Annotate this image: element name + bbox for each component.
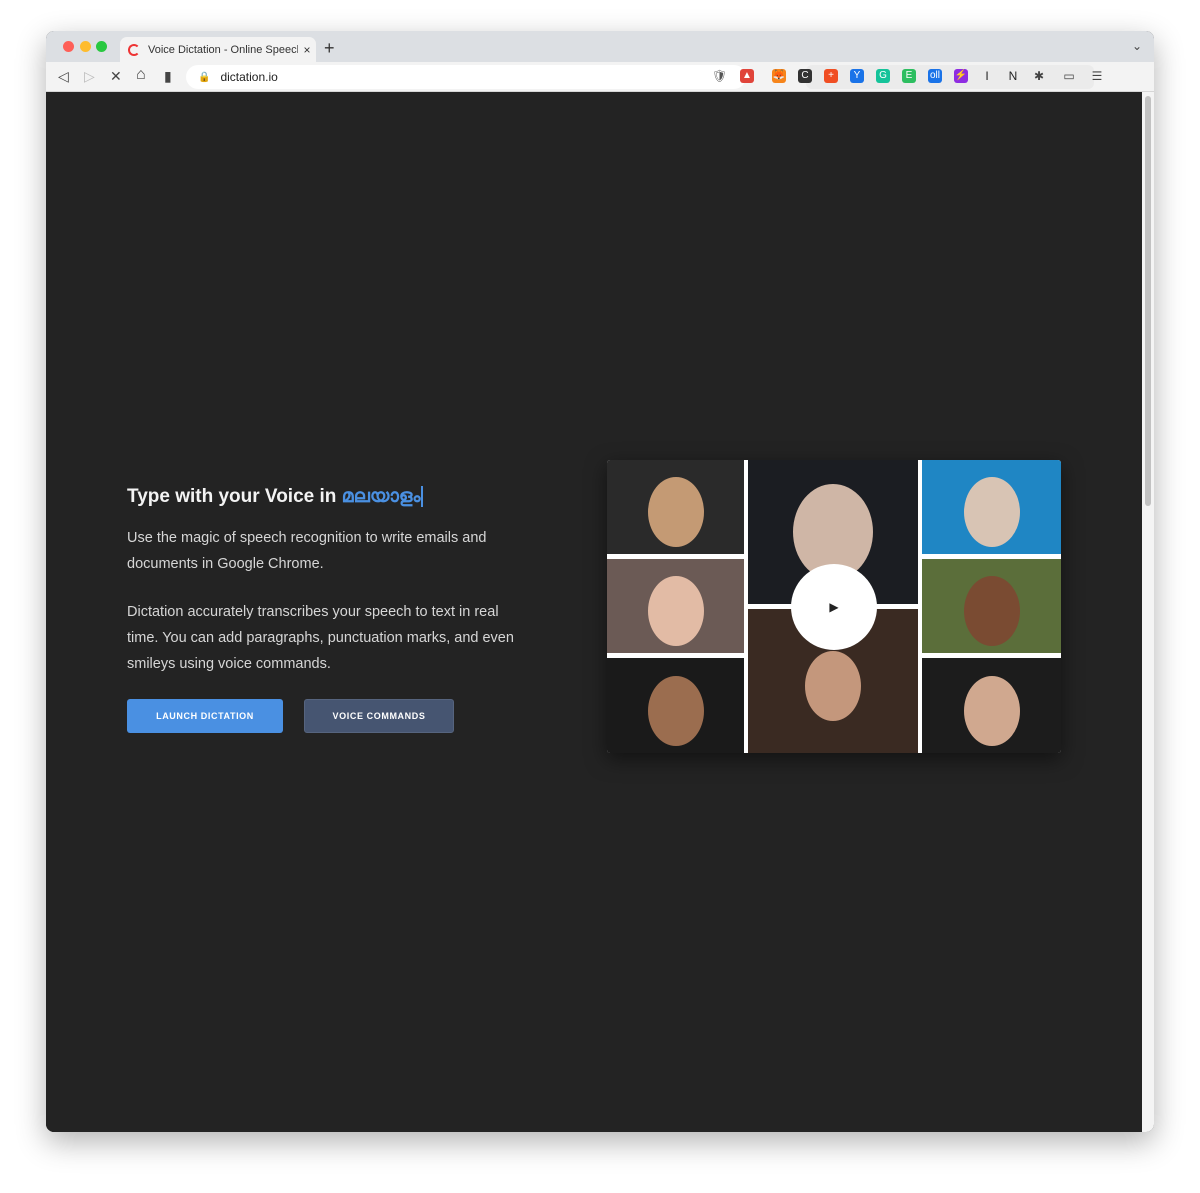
hero-paragraph-1: Use the magic of speech recognition to w… — [127, 530, 487, 572]
close-window-button[interactable] — [63, 41, 74, 52]
brave-shields-icon[interactable]: 🛡 — [712, 69, 727, 83]
page-scrollbar[interactable] — [1142, 92, 1154, 1132]
launch-dictation-button[interactable]: LAUNCH DICTATION — [127, 699, 283, 733]
tab-dictation[interactable]: Voice Dictation - Online Speech × — [120, 37, 316, 62]
notion-icon[interactable]: N — [1006, 69, 1020, 83]
dictation-favicon-icon — [128, 43, 140, 56]
lock-icon: 🔒 — [198, 71, 211, 83]
c-extension-icon[interactable]: C — [798, 69, 812, 83]
tab-close-icon[interactable]: × — [298, 43, 316, 57]
plus-extension-icon[interactable]: + — [824, 69, 838, 83]
voice-commands-button[interactable]: VOICE COMMANDS — [304, 699, 454, 733]
address-bar[interactable]: 🔒 dictation.io — [186, 65, 746, 89]
metamask-icon[interactable]: 🦊 — [772, 69, 786, 83]
stop-icon[interactable]: ✕ — [110, 68, 122, 85]
otter-icon[interactable]: oll — [928, 69, 942, 83]
portrait-photo — [607, 460, 744, 554]
i-extension-icon[interactable]: I — [980, 69, 994, 83]
brave-rewards-icon[interactable]: ▲ — [740, 69, 754, 83]
new-tab-button[interactable]: + — [324, 38, 335, 59]
play-icon: ▶ — [829, 600, 839, 614]
evernote-icon[interactable]: E — [902, 69, 916, 83]
video-thumbnail-grid[interactable]: ▶ — [607, 460, 1061, 753]
play-button[interactable]: ▶ — [791, 564, 877, 650]
grammarly-icon[interactable]: G — [876, 69, 890, 83]
vimeo-extension-icon[interactable]: Y — [850, 69, 864, 83]
puzzle-extensions-icon[interactable]: ✱ — [1032, 69, 1046, 83]
hero-paragraph-2: Dictation accurately transcribes your sp… — [127, 604, 514, 672]
purple-extension-icon[interactable]: ⚡ — [954, 69, 968, 83]
tab-search-chevron-icon[interactable]: ⌄ — [1132, 39, 1142, 53]
maximize-window-button[interactable] — [96, 41, 107, 52]
browser-window: Voice Dictation - Online Speech × + ⌄ ◁ … — [46, 31, 1154, 1132]
menu-icon[interactable]: ☰ — [1090, 69, 1104, 83]
portrait-photo — [922, 460, 1061, 554]
scrollbar-thumb[interactable] — [1145, 96, 1151, 506]
browser-toolbar: ◁ ▷ ✕ ⌂ ▮ 🔒 dictation.io 🛡 ▲ 🦊 C + Y G Eoll ⚡ I N ✱… — [46, 62, 1154, 92]
wallet-icon[interactable]: ▭ — [1062, 69, 1076, 83]
portrait-photo — [922, 658, 1061, 753]
url-text: dictation.io — [220, 70, 278, 84]
portrait-photo — [607, 658, 744, 753]
minimize-window-button[interactable] — [80, 41, 91, 52]
forward-icon[interactable]: ▷ — [84, 68, 95, 85]
tab-bar: Voice Dictation - Online Speech × + ⌄ — [46, 31, 1154, 62]
portrait-photo — [607, 559, 744, 653]
back-icon[interactable]: ◁ — [58, 68, 69, 85]
bookmark-icon[interactable]: ▮ — [164, 68, 172, 85]
hero-title: Type with your Voice in മലയാളം — [127, 486, 424, 508]
page-content: Type with your Voice in മലയാളം Use the m… — [46, 92, 1142, 1132]
portrait-photo — [922, 559, 1061, 653]
home-icon[interactable]: ⌂ — [136, 66, 146, 84]
tab-title: Voice Dictation - Online Speech — [148, 43, 298, 56]
language-text: മലയാളം — [341, 486, 424, 507]
